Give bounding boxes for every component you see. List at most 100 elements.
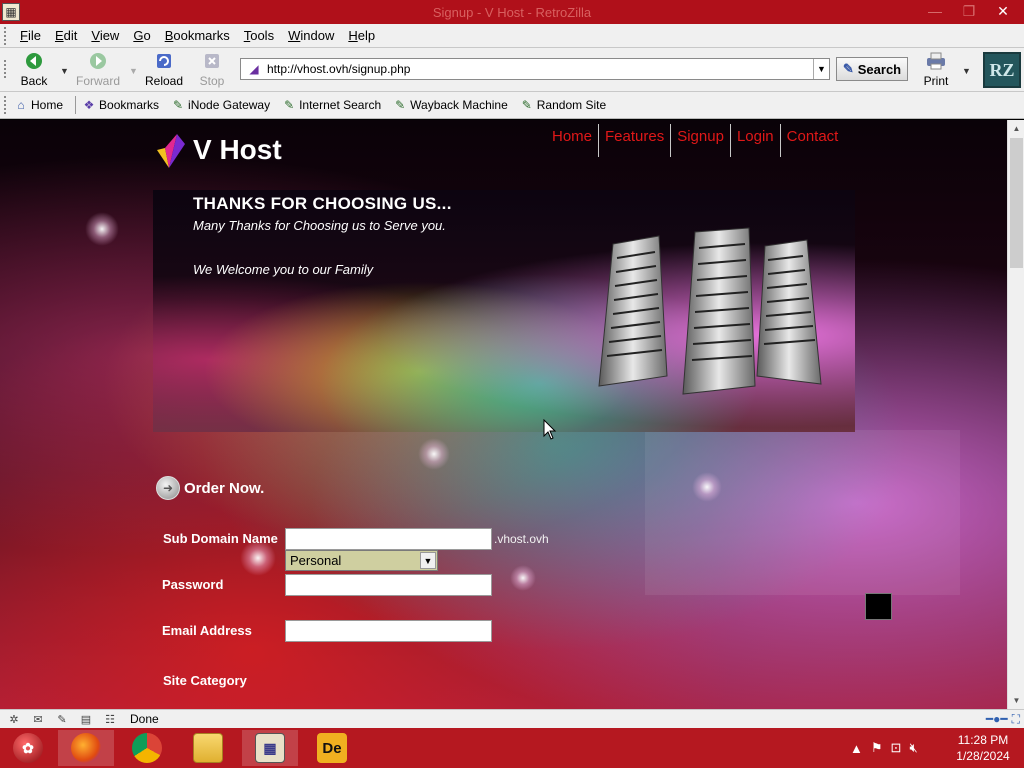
bookmark-random-site[interactable]: ✎ Random Site <box>520 98 606 112</box>
taskbar-chrome[interactable] <box>119 730 175 766</box>
chat-icon[interactable]: ☷ <box>100 712 120 726</box>
navigation-toolbar: Back ▼ Forward ▼ Reload Stop ◢ ▼ ✎ Searc… <box>0 48 1024 92</box>
status-text: Done <box>130 712 159 726</box>
scroll-down-icon[interactable]: ▼ <box>1008 692 1024 709</box>
window-controls: — ❐ ✕ <box>920 0 1018 24</box>
email-input[interactable] <box>285 620 492 642</box>
browser-logo: RZ <box>983 52 1021 88</box>
bookmark-wayback-machine[interactable]: ✎ Wayback Machine <box>393 98 508 112</box>
forward-history-dropdown[interactable]: ▼ <box>129 66 138 76</box>
site-nav-signup[interactable]: Signup <box>671 124 731 157</box>
folder-icon <box>193 733 223 763</box>
banner-subtitle: Many Thanks for Choosing us to Serve you… <box>193 218 446 233</box>
chevron-down-icon[interactable]: ▼ <box>420 552 436 569</box>
minimize-button[interactable]: — <box>920 0 950 22</box>
email-label: Email Address <box>162 623 252 638</box>
site-nav-contact[interactable]: Contact <box>781 124 845 157</box>
menu-bookmarks[interactable]: Bookmarks <box>159 28 238 43</box>
bookmark-inode-gateway[interactable]: ✎ iNode Gateway <box>171 98 270 112</box>
site-nav-features[interactable]: Features <box>599 124 672 157</box>
retrozilla-icon: ▦ <box>255 733 285 763</box>
print-button[interactable]: Print <box>914 50 958 90</box>
menu-tools[interactable]: Tools <box>238 28 282 43</box>
stop-button[interactable]: Stop <box>190 50 234 90</box>
web-page-content: V Host Home Features Signup Login Contac… <box>0 120 1007 709</box>
taskbar-retrozilla[interactable]: ▦ <box>242 730 298 766</box>
network-icon[interactable]: ⊡ <box>891 740 902 756</box>
de-app-icon: De <box>317 733 347 763</box>
stop-icon <box>201 50 223 72</box>
menu-bar: File Edit View Go Bookmarks Tools Window… <box>0 24 1024 48</box>
reload-button[interactable]: Reload <box>142 50 186 90</box>
bookmarks-toolbar: ⌂ Home ❖ Bookmarks ✎ iNode Gateway ✎ Int… <box>0 92 1024 119</box>
start-button[interactable]: ✿ <box>0 730 56 766</box>
banner-welcome-text: We Welcome you to our Family <box>193 262 374 277</box>
status-indicators: ━●━ ⛶ <box>986 712 1020 727</box>
scrollbar-thumb[interactable] <box>1010 138 1023 268</box>
address-bar[interactable]: ◢ ▼ <box>240 58 830 80</box>
site-favicon-icon: ◢ <box>249 62 259 76</box>
vertical-scrollbar[interactable]: ▲ ▼ <box>1007 120 1024 709</box>
home-icon: ⌂ <box>17 98 25 112</box>
print-dropdown[interactable]: ▼ <box>962 66 971 76</box>
menu-help[interactable]: Help <box>342 28 383 43</box>
menu-view[interactable]: View <box>85 28 127 43</box>
bookmarks-menu[interactable]: ❖ Bookmarks <box>82 98 159 112</box>
bookmarks-icon: ❖ <box>83 98 95 112</box>
site-nav-home[interactable]: Home <box>546 124 600 157</box>
menu-window[interactable]: Window <box>282 28 342 43</box>
close-button[interactable]: ✕ <box>988 0 1018 22</box>
sparkle-decoration <box>85 212 119 246</box>
password-input[interactable] <box>285 574 492 596</box>
taskbar-dexpot[interactable]: De <box>304 730 360 766</box>
reload-icon <box>153 50 175 72</box>
back-history-dropdown[interactable]: ▼ <box>60 66 69 76</box>
system-tray: ▲ ⚑ ⊡ 🔇︎ <box>850 728 918 768</box>
menu-edit[interactable]: Edit <box>49 28 85 43</box>
scroll-up-icon[interactable]: ▲ <box>1008 120 1024 137</box>
order-now-heading: ➜ Order Now. <box>156 476 264 500</box>
system-clock[interactable]: 11:28 PM 1/28/2024 <box>948 732 1018 764</box>
forward-button[interactable]: Forward <box>76 50 120 90</box>
connection-icon: ━●━ <box>985 712 1008 726</box>
menu-file[interactable]: File <box>14 28 49 43</box>
search-button[interactable]: ✎ Search <box>836 57 908 81</box>
toolbar-grip[interactable] <box>4 26 8 45</box>
site-category-select[interactable]: Personal ▼ <box>285 550 438 571</box>
start-orb-icon: ✿ <box>13 733 43 763</box>
sparkle-decoration <box>510 565 536 591</box>
taskbar: ✿ ▦ De ▲ ⚑ ⊡ 🔇︎ 11:28 PM 1/28/2024 <box>0 728 1024 768</box>
sparkle-decoration <box>692 472 722 502</box>
taskbar-firefox[interactable] <box>58 730 114 766</box>
background-panel <box>645 430 960 595</box>
url-history-dropdown[interactable]: ▼ <box>813 59 829 79</box>
mouse-cursor-icon <box>543 419 557 440</box>
url-input[interactable] <box>267 60 813 78</box>
site-nav-login[interactable]: Login <box>731 124 781 157</box>
bookmark-internet-search[interactable]: ✎ Internet Search <box>282 98 381 112</box>
chrome-icon <box>132 733 162 763</box>
toolbar-grip[interactable] <box>4 96 8 114</box>
subdomain-label: Sub Domain Name <box>163 531 278 546</box>
addressbook-icon[interactable]: ▤ <box>76 712 96 726</box>
mail-icon[interactable]: ✉ <box>28 712 48 726</box>
search-icon: ✎ <box>842 61 854 76</box>
site-logo[interactable]: V Host <box>155 130 282 170</box>
menu-go[interactable]: Go <box>127 28 158 43</box>
volume-muted-icon[interactable]: 🔇︎ <box>909 740 917 756</box>
navigator-icon[interactable]: ✲ <box>4 712 24 726</box>
bookmark-home[interactable]: ⌂ Home <box>14 98 63 112</box>
subdomain-input[interactable] <box>285 528 492 550</box>
toolbar-grip[interactable] <box>4 60 8 78</box>
back-button[interactable]: Back <box>12 50 56 90</box>
hero-banner: THANKS FOR CHOOSING US... Many Thanks fo… <box>153 190 855 432</box>
tray-overflow-icon[interactable]: ▲ <box>850 741 863 756</box>
bookmark-icon: ✎ <box>284 98 295 112</box>
flag-icon[interactable]: ⚑ <box>871 740 883 756</box>
composer-icon[interactable]: ✎ <box>52 712 72 726</box>
arrow-circle-icon: ➜ <box>156 476 180 500</box>
taskbar-file-explorer[interactable] <box>180 730 236 766</box>
forward-arrow-icon <box>87 50 109 72</box>
site-navigation: Home Features Signup Login Contact <box>546 124 844 157</box>
maximize-button[interactable]: ❐ <box>954 0 984 22</box>
